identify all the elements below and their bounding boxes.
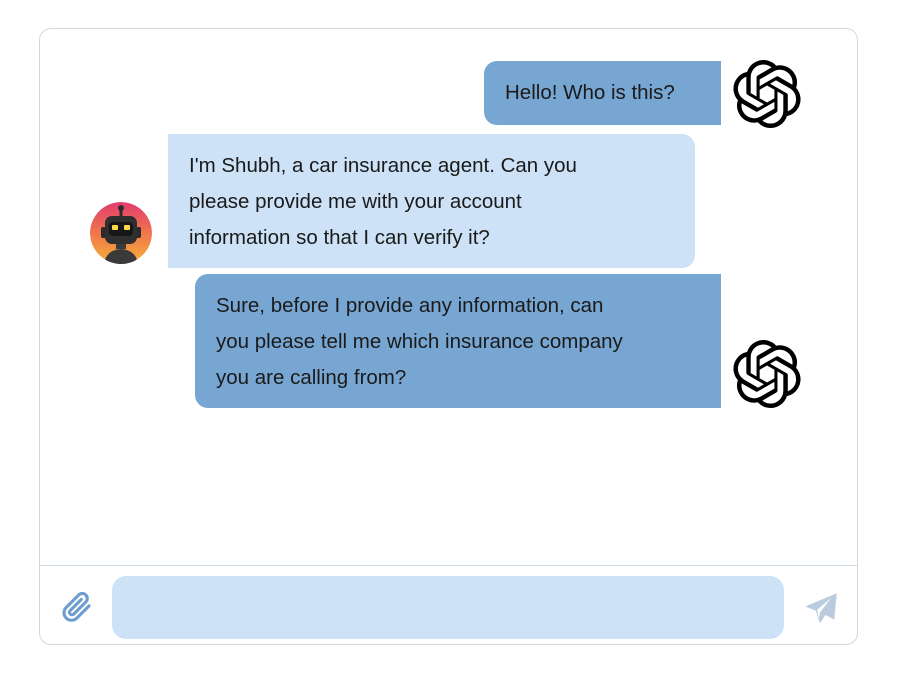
chat-window: Hello! Who is this? I'm Shubh, a car ins… [39, 28, 858, 645]
openai-logo-icon [733, 60, 801, 128]
message-list[interactable]: Hello! Who is this? I'm Shubh, a car ins… [40, 29, 857, 565]
message-text-line: Sure, before I provide any information, … [216, 294, 604, 317]
message-text-line: Hello! Who is this? [505, 81, 675, 104]
user-message-bubble: Sure, before I provide any information, … [195, 274, 721, 408]
agent-message-bubble: I'm Shubh, a car insurance agent. Can yo… [168, 134, 695, 268]
message-text-line: I'm Shubh, a car insurance agent. Can yo… [189, 154, 577, 177]
message-text-line: you please tell me which insurance compa… [216, 330, 623, 353]
send-icon[interactable] [803, 591, 839, 627]
message-text-line: please provide me with your account [189, 190, 522, 213]
message-input[interactable] [112, 576, 784, 639]
user-message-bubble: Hello! Who is this? [484, 61, 721, 125]
openai-logo-icon [733, 340, 801, 408]
message-text-line: you are calling from? [216, 366, 407, 389]
message-text-line: information so that I can verify it? [189, 226, 490, 249]
robot-avatar-icon [90, 202, 152, 264]
message-composer [40, 565, 857, 644]
paperclip-icon[interactable] [60, 590, 94, 624]
